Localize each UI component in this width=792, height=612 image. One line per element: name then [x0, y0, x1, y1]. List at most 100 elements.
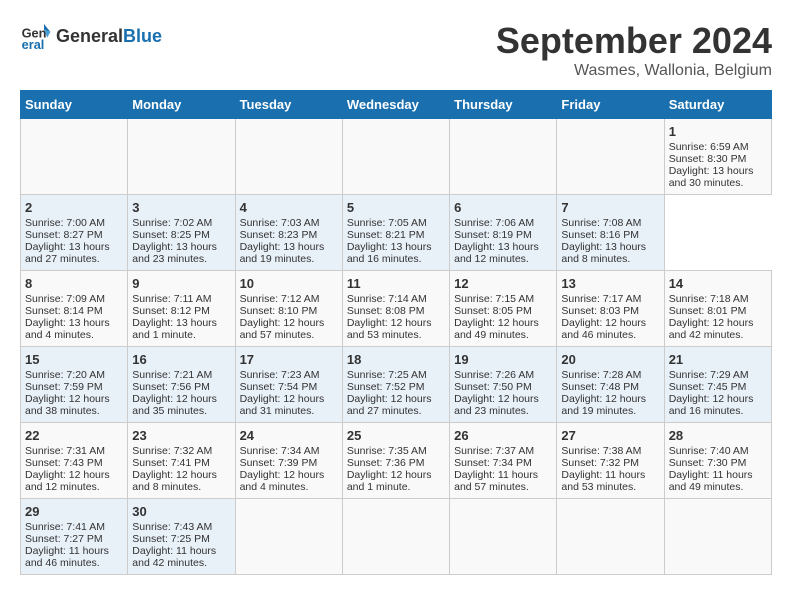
day-number: 15 [25, 352, 123, 367]
logo-icon: Gen eral [20, 20, 52, 52]
calendar-cell: 16Sunrise: 7:21 AMSunset: 7:56 PMDayligh… [128, 347, 235, 423]
calendar-week-row: 29Sunrise: 7:41 AMSunset: 7:27 PMDayligh… [21, 499, 772, 575]
col-monday: Monday [128, 91, 235, 119]
sunrise: Sunrise: 7:09 AM [25, 293, 105, 305]
sunset: Sunset: 8:19 PM [454, 229, 532, 241]
calendar-cell: 22Sunrise: 7:31 AMSunset: 7:43 PMDayligh… [21, 423, 128, 499]
calendar-cell: 24Sunrise: 7:34 AMSunset: 7:39 PMDayligh… [235, 423, 342, 499]
calendar-cell [557, 499, 664, 575]
calendar-cell: 6Sunrise: 7:06 AMSunset: 8:19 PMDaylight… [450, 195, 557, 271]
col-friday: Friday [557, 91, 664, 119]
sunrise: Sunrise: 7:34 AM [240, 445, 320, 457]
title-area: September 2024 Wasmes, Wallonia, Belgium [496, 20, 772, 80]
day-number: 26 [454, 428, 552, 443]
sunset: Sunset: 7:50 PM [454, 381, 532, 393]
daylight: Daylight: 12 hours and 31 minutes. [240, 393, 325, 417]
calendar-cell: 21Sunrise: 7:29 AMSunset: 7:45 PMDayligh… [664, 347, 771, 423]
sunrise: Sunrise: 7:11 AM [132, 293, 211, 305]
day-number: 2 [25, 200, 123, 215]
month-title: September 2024 [496, 20, 772, 62]
sunset: Sunset: 8:30 PM [669, 153, 747, 165]
logo-general: General [56, 26, 123, 46]
daylight: Daylight: 12 hours and 23 minutes. [454, 393, 539, 417]
calendar-cell [128, 119, 235, 195]
calendar-cell: 26Sunrise: 7:37 AMSunset: 7:34 PMDayligh… [450, 423, 557, 499]
sunrise: Sunrise: 7:32 AM [132, 445, 212, 457]
sunrise: Sunrise: 7:41 AM [25, 521, 105, 533]
daylight: Daylight: 12 hours and 12 minutes. [25, 469, 110, 493]
calendar-cell: 29Sunrise: 7:41 AMSunset: 7:27 PMDayligh… [21, 499, 128, 575]
daylight: Daylight: 11 hours and 46 minutes. [25, 545, 109, 569]
calendar-cell: 8Sunrise: 7:09 AMSunset: 8:14 PMDaylight… [21, 271, 128, 347]
sunrise: Sunrise: 7:02 AM [132, 217, 212, 229]
daylight: Daylight: 12 hours and 27 minutes. [347, 393, 432, 417]
daylight: Daylight: 13 hours and 4 minutes. [25, 317, 110, 341]
day-number: 10 [240, 276, 338, 291]
sunset: Sunset: 7:48 PM [561, 381, 639, 393]
sunrise: Sunrise: 7:31 AM [25, 445, 105, 457]
day-number: 12 [454, 276, 552, 291]
daylight: Daylight: 13 hours and 1 minute. [132, 317, 217, 341]
sunset: Sunset: 7:56 PM [132, 381, 210, 393]
calendar-cell: 10Sunrise: 7:12 AMSunset: 8:10 PMDayligh… [235, 271, 342, 347]
sunset: Sunset: 8:16 PM [561, 229, 639, 241]
sunset: Sunset: 7:59 PM [25, 381, 103, 393]
day-number: 5 [347, 200, 445, 215]
sunset: Sunset: 8:10 PM [240, 305, 318, 317]
calendar-cell [664, 499, 771, 575]
calendar-cell: 5Sunrise: 7:05 AMSunset: 8:21 PMDaylight… [342, 195, 449, 271]
calendar-cell [557, 119, 664, 195]
daylight: Daylight: 13 hours and 23 minutes. [132, 241, 217, 265]
logo-blue: Blue [123, 26, 162, 46]
daylight: Daylight: 12 hours and 46 minutes. [561, 317, 646, 341]
sunset: Sunset: 7:52 PM [347, 381, 425, 393]
calendar-cell [235, 499, 342, 575]
sunrise: Sunrise: 7:06 AM [454, 217, 534, 229]
calendar-week-row: 22Sunrise: 7:31 AMSunset: 7:43 PMDayligh… [21, 423, 772, 499]
col-wednesday: Wednesday [342, 91, 449, 119]
day-number: 8 [25, 276, 123, 291]
calendar-cell: 23Sunrise: 7:32 AMSunset: 7:41 PMDayligh… [128, 423, 235, 499]
day-number: 28 [669, 428, 767, 443]
daylight: Daylight: 12 hours and 49 minutes. [454, 317, 539, 341]
daylight: Daylight: 13 hours and 12 minutes. [454, 241, 539, 265]
calendar-cell: 30Sunrise: 7:43 AMSunset: 7:25 PMDayligh… [128, 499, 235, 575]
day-number: 4 [240, 200, 338, 215]
day-number: 3 [132, 200, 230, 215]
daylight: Daylight: 12 hours and 16 minutes. [669, 393, 754, 417]
sunrise: Sunrise: 7:38 AM [561, 445, 641, 457]
sunrise: Sunrise: 7:40 AM [669, 445, 749, 457]
calendar-cell: 11Sunrise: 7:14 AMSunset: 8:08 PMDayligh… [342, 271, 449, 347]
sunset: Sunset: 8:21 PM [347, 229, 425, 241]
day-number: 19 [454, 352, 552, 367]
sunset: Sunset: 8:27 PM [25, 229, 103, 241]
calendar-cell: 4Sunrise: 7:03 AMSunset: 8:23 PMDaylight… [235, 195, 342, 271]
daylight: Daylight: 12 hours and 42 minutes. [669, 317, 754, 341]
daylight: Daylight: 12 hours and 8 minutes. [132, 469, 217, 493]
sunrise: Sunrise: 7:43 AM [132, 521, 212, 533]
sunset: Sunset: 8:12 PM [132, 305, 210, 317]
day-number: 1 [669, 124, 767, 139]
col-saturday: Saturday [664, 91, 771, 119]
sunset: Sunset: 7:54 PM [240, 381, 318, 393]
daylight: Daylight: 12 hours and 38 minutes. [25, 393, 110, 417]
sunset: Sunset: 7:25 PM [132, 533, 210, 545]
day-number: 11 [347, 276, 445, 291]
daylight: Daylight: 12 hours and 19 minutes. [561, 393, 646, 417]
sunrise: Sunrise: 7:35 AM [347, 445, 427, 457]
sunset: Sunset: 7:45 PM [669, 381, 747, 393]
day-number: 9 [132, 276, 230, 291]
sunrise: Sunrise: 7:14 AM [347, 293, 427, 305]
sunrise: Sunrise: 7:21 AM [132, 369, 212, 381]
day-number: 20 [561, 352, 659, 367]
sunrise: Sunrise: 7:00 AM [25, 217, 105, 229]
daylight: Daylight: 11 hours and 57 minutes. [454, 469, 538, 493]
day-number: 21 [669, 352, 767, 367]
calendar-cell [450, 499, 557, 575]
calendar-cell: 7Sunrise: 7:08 AMSunset: 8:16 PMDaylight… [557, 195, 664, 271]
calendar-week-row: 8Sunrise: 7:09 AMSunset: 8:14 PMDaylight… [21, 271, 772, 347]
sunrise: Sunrise: 7:12 AM [240, 293, 320, 305]
sunrise: Sunrise: 7:18 AM [669, 293, 749, 305]
daylight: Daylight: 12 hours and 35 minutes. [132, 393, 217, 417]
calendar-cell: 25Sunrise: 7:35 AMSunset: 7:36 PMDayligh… [342, 423, 449, 499]
